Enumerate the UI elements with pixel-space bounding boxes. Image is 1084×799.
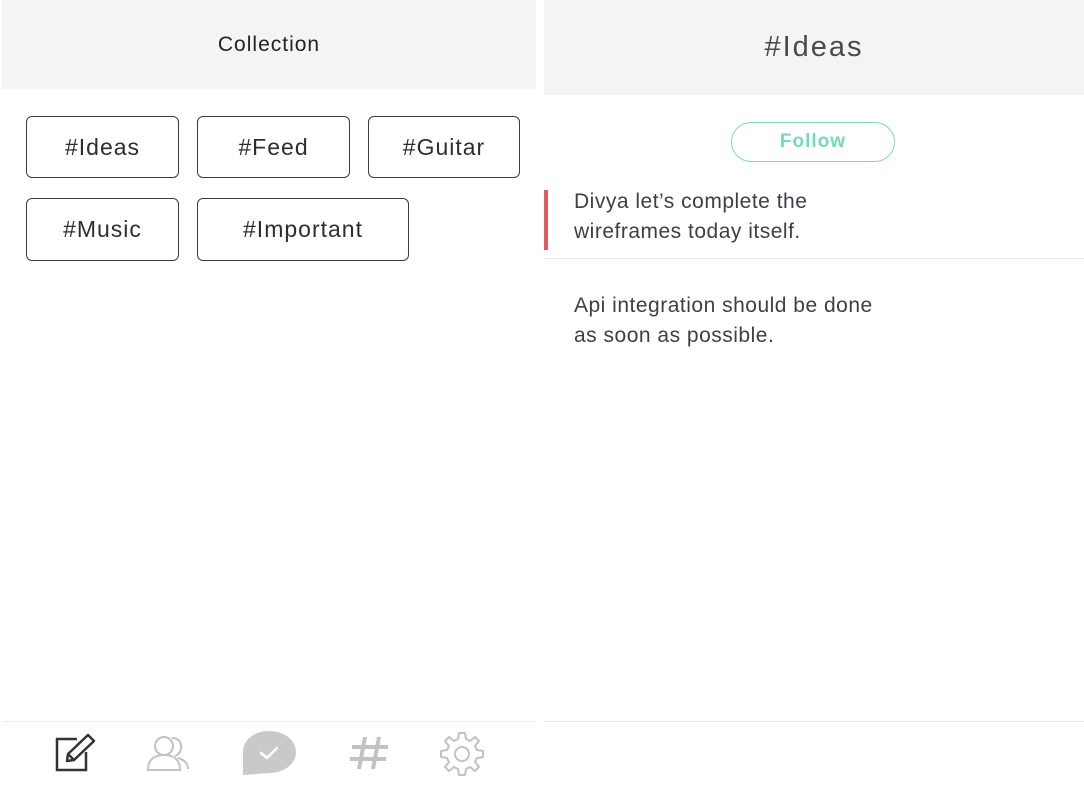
list-item[interactable]: Divya let’s complete the wireframes toda… (574, 187, 1014, 247)
message-line: Divya let’s complete the (574, 190, 808, 213)
message-line: Api integration should be done (574, 294, 873, 317)
tag-feed[interactable]: #Feed (197, 116, 350, 178)
divider (544, 258, 1084, 259)
page-title: #Ideas (764, 31, 864, 63)
hashtag-detail-panel: #Ideas Follow Divya let’s complete the w… (544, 0, 1084, 798)
collection-panel: Collection #Ideas #Feed #Guitar #Music #… (0, 0, 538, 798)
check-icon (243, 731, 296, 775)
page-title: Collection (217, 32, 321, 56)
compose-icon (55, 733, 96, 772)
tab-settings[interactable] (438, 729, 486, 777)
list-item[interactable]: Api integration should be done as soon a… (574, 291, 1014, 351)
tag-ideas[interactable]: #Ideas (26, 116, 179, 178)
follow-button[interactable]: Follow (731, 122, 895, 162)
collection-header: Collection (2, 0, 536, 89)
unread-indicator (544, 190, 548, 250)
message-line: as soon as possible. (574, 324, 775, 347)
tag-music[interactable]: #Music (26, 198, 179, 261)
detail-header: #Ideas (544, 0, 1084, 95)
hashtag-icon (350, 736, 388, 770)
settings-icon (440, 732, 484, 776)
divider (544, 721, 1084, 722)
tag-important[interactable]: #Important (197, 198, 409, 261)
tab-contacts[interactable] (144, 729, 192, 777)
tab-check[interactable] (240, 729, 298, 777)
tag-guitar[interactable]: #Guitar (368, 116, 520, 178)
message-line: wireframes today itself. (574, 220, 801, 243)
tab-hashtags[interactable] (346, 729, 394, 777)
tab-compose[interactable] (52, 729, 100, 777)
contacts-icon (146, 736, 189, 771)
